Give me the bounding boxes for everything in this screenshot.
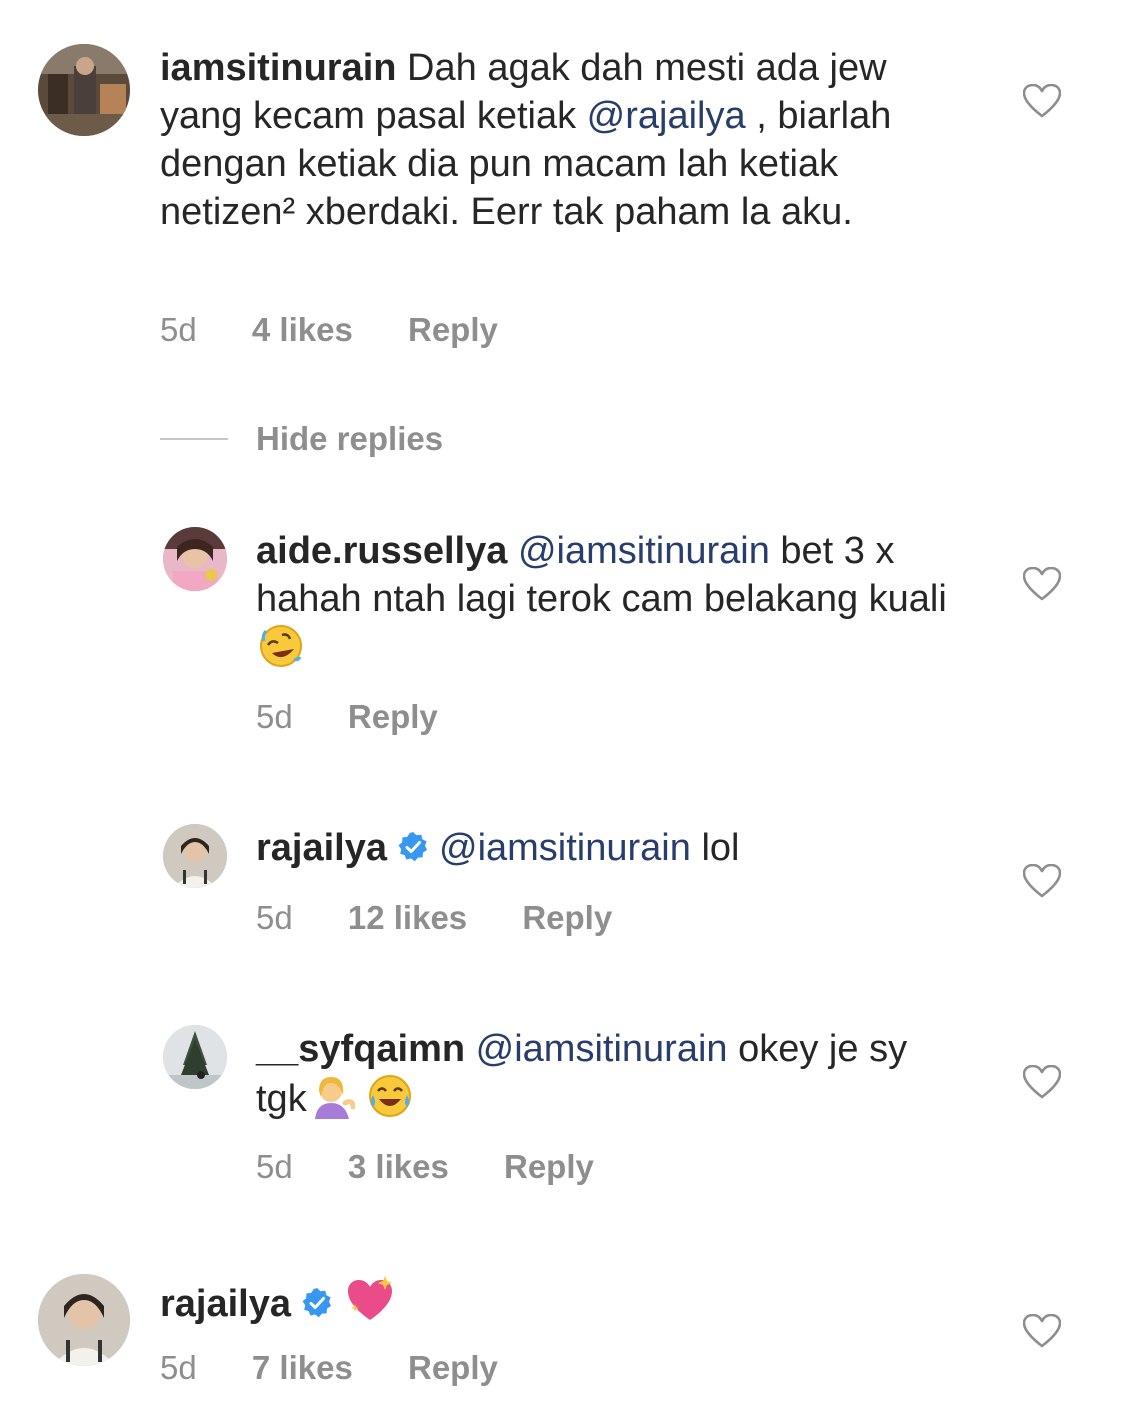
mention-link[interactable]: @iamsitinurain: [439, 827, 691, 869]
comment-text: iamsitinurain Dah agak dah mesti ada jew…: [160, 44, 960, 236]
reply-button[interactable]: Reply: [408, 310, 498, 350]
reply-button[interactable]: Reply: [504, 1147, 594, 1187]
verified-badge-icon: [301, 1287, 333, 1319]
avatar[interactable]: [163, 824, 227, 888]
comment-text: rajailya: [160, 1274, 960, 1328]
avatar[interactable]: [163, 527, 227, 591]
reply-text: rajailya @iamsitinurain lol: [256, 824, 956, 872]
tears-of-joy-emoji: [367, 1073, 413, 1119]
username[interactable]: iamsitinurain: [160, 47, 397, 89]
comment-meta: 5d 7 likes Reply: [160, 1348, 498, 1388]
divider-line: [160, 438, 228, 440]
reply-button[interactable]: Reply: [408, 1348, 498, 1388]
mention-link[interactable]: @iamsitinurain: [518, 530, 770, 572]
likes-count[interactable]: 3 likes: [348, 1147, 449, 1187]
reply-meta: 5d Reply: [256, 697, 438, 737]
reply-text: __syfqaimn @iamsitinurain okey je sy tgk: [256, 1025, 956, 1123]
likes-count[interactable]: 12 likes: [348, 898, 467, 938]
username[interactable]: rajailya: [256, 827, 387, 869]
reply-meta: 5d 3 likes Reply: [256, 1147, 594, 1187]
person-tipping-hand-emoji: [309, 1073, 355, 1119]
reply-button[interactable]: Reply: [348, 697, 438, 737]
heart-icon[interactable]: [1023, 1065, 1061, 1099]
avatar[interactable]: [38, 1274, 130, 1366]
heart-icon[interactable]: [1023, 567, 1061, 601]
sparkling-heart-emoji: [345, 1274, 395, 1324]
reply-button[interactable]: Reply: [522, 898, 612, 938]
timestamp: 5d: [256, 1148, 293, 1185]
comment-meta: 5d 4 likes Reply: [160, 310, 498, 350]
avatar[interactable]: [38, 44, 130, 136]
hide-replies-label[interactable]: Hide replies: [256, 420, 443, 458]
timestamp: 5d: [160, 311, 197, 348]
timestamp: 5d: [160, 1349, 197, 1386]
timestamp: 5d: [256, 899, 293, 936]
username[interactable]: aide.russellya: [256, 530, 507, 572]
heart-icon[interactable]: [1023, 1314, 1061, 1348]
reply-text: aide.russellya @iamsitinurain bet 3 x ha…: [256, 527, 956, 673]
mention-link[interactable]: @iamsitinurain: [476, 1028, 728, 1070]
timestamp: 5d: [256, 698, 293, 735]
likes-count[interactable]: 7 likes: [252, 1348, 353, 1388]
reply-body: lol: [690, 827, 740, 869]
hide-replies-toggle[interactable]: Hide replies: [160, 418, 443, 460]
reply-meta: 5d 12 likes Reply: [256, 898, 612, 938]
mention-link[interactable]: @rajailya: [587, 95, 746, 137]
likes-count[interactable]: 4 likes: [252, 310, 353, 350]
rolling-on-floor-laughing-emoji: [258, 623, 304, 669]
heart-icon[interactable]: [1023, 84, 1061, 118]
verified-badge-icon: [397, 831, 429, 863]
avatar[interactable]: [163, 1025, 227, 1089]
heart-icon[interactable]: [1023, 864, 1061, 898]
username[interactable]: rajailya: [160, 1283, 291, 1325]
username[interactable]: __syfqaimn: [256, 1028, 465, 1070]
